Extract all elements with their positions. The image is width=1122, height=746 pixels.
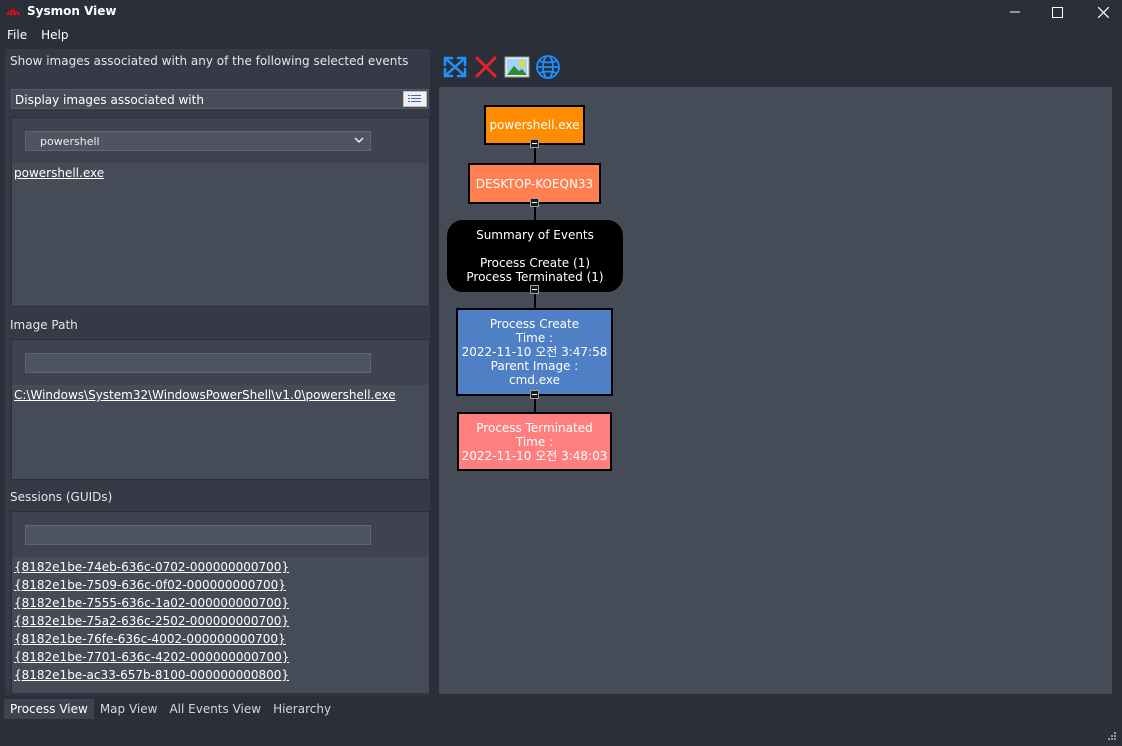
sessions-label: Sessions (GUIDs) — [10, 490, 113, 504]
session-list-item[interactable]: {8182e1be-ac33-657b-8100-000000000800} — [12, 666, 429, 684]
tab-hierarchy[interactable]: Hierarchy — [267, 699, 337, 719]
tab-all-events-view[interactable]: All Events View — [163, 699, 267, 719]
view-tabs: Process View Map View All Events View Hi… — [4, 699, 337, 719]
sessions-list: {8182e1be-74eb-636c-0702-000000000700} {… — [12, 558, 429, 684]
chevron-down-icon — [354, 137, 364, 143]
menu-file[interactable]: File — [0, 26, 34, 46]
collapse-toggle[interactable] — [530, 285, 539, 294]
close-icon — [1097, 6, 1109, 18]
process-graph-canvas[interactable]: powershell.exe DESKTOP-KOEQN33 Summary o… — [439, 87, 1112, 694]
image-path-label: Image Path — [10, 318, 78, 332]
clear-icon — [475, 56, 496, 78]
display-images-label: Display images associated with — [15, 93, 204, 107]
clear-button[interactable] — [472, 54, 499, 80]
image-filter-area: powershell — [12, 118, 429, 163]
globe-icon — [535, 55, 560, 79]
session-list-item[interactable]: {8182e1be-75a2-636c-2502-000000000700} — [12, 612, 429, 630]
tab-process-view[interactable]: Process View — [4, 699, 94, 719]
window-title: Sysmon View — [27, 4, 117, 18]
resize-grip-icon[interactable] — [1108, 732, 1116, 740]
session-list-item[interactable]: {8182e1be-74eb-636c-0702-000000000700} — [12, 558, 429, 576]
image-path-filter-area — [12, 340, 429, 385]
image-path-filter-input[interactable] — [25, 353, 371, 373]
collapse-toggle[interactable] — [530, 390, 539, 399]
fit-view-icon — [443, 56, 466, 78]
session-list-item[interactable]: {8182e1be-7509-636c-0f02-000000000700} — [12, 576, 429, 594]
title-bar: Sysmon View — [0, 0, 1122, 24]
image-select[interactable]: powershell — [25, 131, 371, 151]
instruction-text: Show images associated with any of the f… — [10, 54, 409, 68]
menu-help[interactable]: Help — [34, 26, 75, 46]
menu-bar: File Help — [0, 26, 1122, 46]
session-list-item[interactable]: {8182e1be-7701-636c-4202-000000000700} — [12, 648, 429, 666]
app-logo-icon — [6, 7, 20, 16]
close-button[interactable] — [1080, 0, 1122, 24]
image-list-item[interactable]: powershell.exe — [12, 164, 429, 182]
left-panel: Show images associated with any of the f… — [4, 48, 431, 696]
minimize-button[interactable] — [992, 0, 1038, 24]
sessions-filter-area — [12, 512, 429, 557]
image-select-value: powershell — [40, 135, 100, 148]
sessions-filter-input[interactable] — [25, 525, 371, 545]
image-group: powershell powershell.exe — [11, 117, 430, 307]
collapse-toggle[interactable] — [530, 139, 539, 148]
collapse-toggle[interactable] — [530, 198, 539, 207]
display-images-bar: Display images associated with — [11, 89, 429, 109]
sessions-group: {8182e1be-74eb-636c-0702-000000000700} {… — [11, 511, 430, 694]
export-image-button[interactable] — [503, 54, 530, 80]
graph-node-summary[interactable]: Summary of Events Process Create (1) Pro… — [447, 220, 623, 292]
list-options-button[interactable] — [403, 91, 427, 107]
maximize-icon — [1051, 6, 1063, 18]
image-path-list: C:\Windows\System32\WindowsPowerShell\v1… — [12, 386, 429, 404]
tab-map-view[interactable]: Map View — [94, 699, 164, 719]
map-globe-button[interactable] — [534, 54, 561, 80]
export-image-icon — [504, 56, 529, 78]
session-list-item[interactable]: {8182e1be-7555-636c-1a02-000000000700} — [12, 594, 429, 612]
image-list: powershell.exe — [12, 164, 429, 182]
graph-node-process-terminated[interactable]: Process Terminated Time : 2022-11-10 오전 … — [457, 412, 612, 471]
image-path-list-item[interactable]: C:\Windows\System32\WindowsPowerShell\v1… — [12, 386, 429, 404]
minimize-icon — [1010, 11, 1020, 13]
fit-view-button[interactable] — [441, 54, 468, 80]
graph-node-process-create[interactable]: Process Create Time : 2022-11-10 오전 3:47… — [456, 308, 613, 396]
session-list-item[interactable]: {8182e1be-76fe-636c-4002-000000000700} — [12, 630, 429, 648]
graph-toolbar — [441, 54, 561, 80]
image-path-group: C:\Windows\System32\WindowsPowerShell\v1… — [11, 339, 430, 480]
maximize-button[interactable] — [1034, 0, 1080, 24]
